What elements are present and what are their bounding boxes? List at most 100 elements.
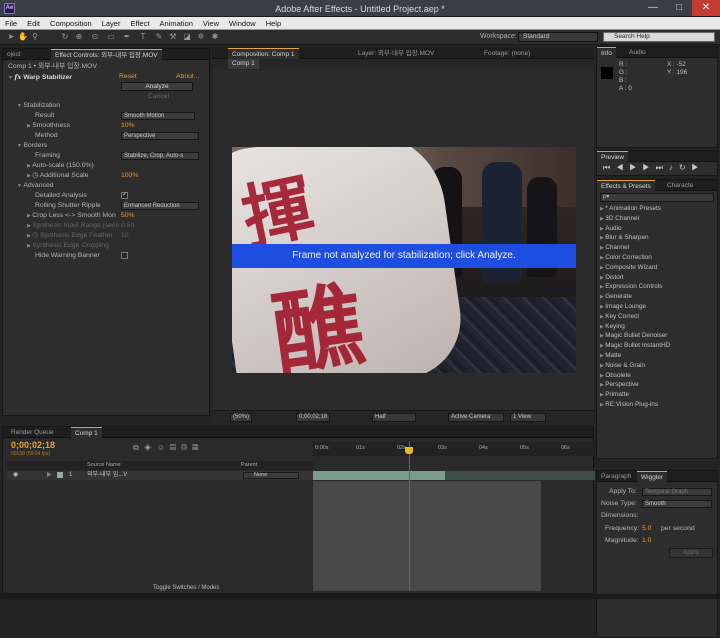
layer-name[interactable]: 외부-내부 입...V bbox=[87, 471, 127, 480]
comp-1-button[interactable]: Comp 1 bbox=[228, 59, 259, 69]
frame-blending-icon[interactable]: ▤ bbox=[170, 443, 181, 452]
effects-category-item[interactable]: ▶ Composite Wizard bbox=[600, 263, 657, 273]
comp-mini-flowchart-icon[interactable]: ⧉ bbox=[133, 443, 144, 452]
effects-category-item[interactable]: ▶ Audio bbox=[600, 224, 622, 234]
hand-tool-icon[interactable]: ✋ bbox=[18, 32, 28, 42]
ec-stabilization-group[interactable]: ▼ Stabilization bbox=[3, 101, 209, 111]
menu-window[interactable]: Window bbox=[224, 17, 261, 30]
tab-preview[interactable]: Preview bbox=[597, 151, 629, 162]
tab-wiggler[interactable]: Wiggler bbox=[637, 471, 668, 482]
time-ruler[interactable]: 0:00s 01s 02s 03s 04s 05s 06s bbox=[313, 442, 595, 456]
ram-preview-icon[interactable]: ▶ bbox=[692, 163, 705, 172]
menu-layer[interactable]: Layer bbox=[97, 17, 126, 30]
frequency-value[interactable]: 5.0 bbox=[642, 524, 651, 534]
parent-column[interactable]: Parent bbox=[241, 461, 257, 470]
current-time-display[interactable]: 0;00;02;18 bbox=[11, 440, 55, 450]
next-frame-icon[interactable]: ▶ bbox=[642, 163, 655, 172]
effects-category-item[interactable]: ▶ Expression Controls bbox=[600, 282, 662, 292]
tab-effects-presets[interactable]: Effects & Presets bbox=[597, 180, 655, 191]
tab-render-queue[interactable]: Render Queue bbox=[7, 427, 58, 438]
tab-comp-1-timeline[interactable]: Comp 1 bbox=[71, 427, 102, 438]
ec-advanced-group[interactable]: ▼ Advanced bbox=[3, 181, 209, 191]
menu-view[interactable]: View bbox=[198, 17, 224, 30]
hide-warning-checkbox[interactable] bbox=[121, 251, 128, 259]
result-select[interactable]: Smooth Motion bbox=[121, 112, 195, 120]
camera-select[interactable]: Active Camera bbox=[448, 413, 504, 422]
tab-effect-controls[interactable]: Effect Controls: 외부-내부 입장.MOV bbox=[51, 49, 162, 60]
tab-layer[interactable]: Layer: 외부-내부 입장.MOV bbox=[354, 48, 438, 59]
workspace-select[interactable]: Standard bbox=[518, 32, 598, 42]
rectangle-tool-icon[interactable]: ▭ bbox=[106, 32, 116, 42]
effects-category-item[interactable]: ▶ Matte bbox=[600, 351, 621, 361]
loop-icon[interactable]: ↻ bbox=[679, 163, 692, 172]
first-frame-icon[interactable]: ⏮ bbox=[603, 163, 616, 172]
pen-tool-icon[interactable]: ✒ bbox=[122, 32, 132, 42]
rolling-shutter-select[interactable]: Enhanced Reduction bbox=[121, 202, 199, 210]
puppet-tool-icon[interactable]: ✱ bbox=[210, 32, 220, 42]
stopwatch-icon[interactable]: ◷ bbox=[32, 172, 39, 179]
close-button[interactable]: ✕ bbox=[692, 0, 720, 16]
ec-borders-group[interactable]: ▼ Borders bbox=[3, 141, 209, 151]
pan-behind-tool-icon[interactable]: ⊙ bbox=[90, 32, 100, 42]
detailed-analysis-checkbox[interactable]: ✓ bbox=[121, 191, 128, 199]
effects-category-item[interactable]: ▶ Noise & Grain bbox=[600, 361, 645, 371]
ec-autoscale-row[interactable]: ▶ Auto-scale (150.0%) bbox=[3, 161, 209, 171]
effects-category-item[interactable]: ▶ Blur & Sharpen bbox=[600, 233, 649, 243]
ec-effect-row[interactable]: ▼ fx Warp Stabilizer Reset About... bbox=[3, 72, 209, 82]
composition-viewer[interactable]: 揮 醮 Frame not analyzed for stabilization… bbox=[212, 70, 594, 410]
effects-category-item[interactable]: ▶ Color Correction bbox=[600, 253, 652, 263]
menu-effect[interactable]: Effect bbox=[125, 17, 154, 30]
analyze-button[interactable]: Analyze bbox=[121, 82, 193, 91]
rotate-tool-icon[interactable]: ↻ bbox=[60, 32, 70, 42]
shy-layers-icon[interactable]: ☺ bbox=[157, 443, 170, 452]
effect-about-link[interactable]: About... bbox=[176, 72, 199, 82]
playhead-handle[interactable] bbox=[405, 447, 413, 454]
effects-search-input[interactable]: ρ▾ bbox=[600, 193, 714, 202]
tab-info[interactable]: Info bbox=[597, 47, 616, 58]
play-icon[interactable]: ▶ bbox=[629, 163, 642, 172]
effect-reset-link[interactable]: Reset bbox=[119, 72, 137, 82]
layer-expand-icon[interactable]: ▶ bbox=[47, 471, 52, 480]
effects-category-item[interactable]: ▶ Keying bbox=[600, 322, 625, 332]
zoom-tool-icon[interactable]: ⚲ bbox=[30, 32, 40, 42]
menu-file[interactable]: File bbox=[0, 17, 22, 30]
menu-edit[interactable]: Edit bbox=[22, 17, 45, 30]
selection-tool-icon[interactable]: ➤ bbox=[6, 32, 16, 42]
tab-footage[interactable]: Footage: (none) bbox=[480, 48, 534, 59]
menu-animation[interactable]: Animation bbox=[155, 17, 198, 30]
effects-category-item[interactable]: ▶ Obsolete bbox=[600, 371, 631, 381]
effects-category-item[interactable]: ▶ Image Lounge bbox=[600, 302, 646, 312]
prev-frame-icon[interactable]: ◀ bbox=[616, 163, 629, 172]
timeline-track-area[interactable] bbox=[313, 481, 595, 591]
effects-category-item[interactable]: ▶ 3D Channel bbox=[600, 214, 639, 224]
tab-audio[interactable]: Audio bbox=[625, 47, 650, 58]
search-help-input[interactable]: Search Help bbox=[603, 32, 715, 42]
effects-category-item[interactable]: ▶ RE:Vision Plug-ins bbox=[600, 400, 658, 410]
tab-composition[interactable]: Composition: Comp 1 bbox=[228, 48, 299, 59]
tab-project[interactable]: oject bbox=[3, 49, 25, 60]
framing-select[interactable]: Stabilize, Crop, Auto-s bbox=[121, 152, 199, 160]
additional-scale-value[interactable]: 100% bbox=[121, 171, 138, 181]
layer-duration-bar[interactable] bbox=[313, 471, 445, 480]
crop-less-value[interactable]: 50% bbox=[121, 211, 135, 221]
maximize-button[interactable]: □ bbox=[666, 0, 692, 16]
clone-stamp-tool-icon[interactable]: ⚒ bbox=[168, 32, 178, 42]
method-select[interactable]: Perspective bbox=[121, 132, 199, 140]
draft-3d-icon[interactable]: ◈ bbox=[144, 443, 157, 452]
parent-select[interactable]: None bbox=[243, 472, 299, 479]
zoom-select[interactable]: (50%) bbox=[230, 413, 253, 422]
roto-brush-tool-icon[interactable]: ✲ bbox=[196, 32, 206, 42]
smoothness-value[interactable]: 10% bbox=[121, 121, 135, 131]
menu-help[interactable]: Help bbox=[261, 17, 286, 30]
effects-category-item[interactable]: ▶ Distort bbox=[600, 273, 624, 283]
view-layout-select[interactable]: 1 View bbox=[510, 413, 546, 422]
graph-editor-icon[interactable]: ▦ bbox=[192, 443, 203, 452]
tab-paragraph[interactable]: Paragraph bbox=[597, 471, 635, 482]
toggle-switches-modes-button[interactable]: Toggle Switches / Modes bbox=[153, 585, 219, 591]
effects-category-item[interactable]: ▶ Channel bbox=[600, 243, 629, 253]
effects-category-item[interactable]: ▶ Perspective bbox=[600, 380, 639, 390]
effects-category-item[interactable]: ▶ * Animation Presets bbox=[600, 204, 661, 214]
noise-type-select[interactable]: Smooth bbox=[642, 500, 712, 508]
magnitude-value[interactable]: 1.0 bbox=[642, 536, 651, 546]
type-tool-icon[interactable]: T bbox=[138, 32, 148, 42]
